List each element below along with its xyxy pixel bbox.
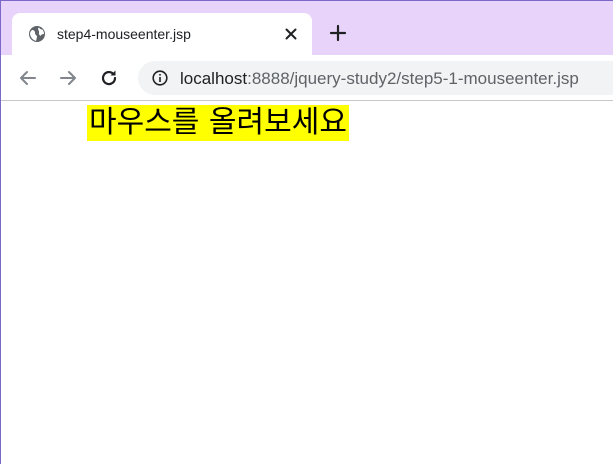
browser-toolbar: localhost:8888/jquery-study2/step5-1-mou… [1, 55, 613, 101]
browser-window: step4-mouseenter.jsp localhost:8888/jque… [0, 0, 613, 464]
url-path: :8888/jquery-study2/step5-1-mouseenter.j… [247, 69, 579, 88]
globe-icon [28, 25, 46, 43]
address-bar[interactable]: localhost:8888/jquery-study2/step5-1-mou… [138, 61, 613, 95]
info-icon[interactable] [152, 70, 168, 86]
arrow-right-icon[interactable] [57, 67, 79, 89]
page-content: 마우스를 올려보세요 [1, 102, 613, 464]
url-host: localhost [180, 69, 248, 88]
tab-strip: step4-mouseenter.jsp [1, 1, 613, 55]
mouseenter-target-text[interactable]: 마우스를 올려보세요 [87, 105, 349, 141]
plus-icon[interactable] [328, 23, 348, 43]
url-text[interactable]: localhost:8888/jquery-study2/step5-1-mou… [180, 69, 579, 88]
tab-title: step4-mouseenter.jsp [57, 26, 191, 42]
tab-active[interactable]: step4-mouseenter.jsp [12, 13, 312, 55]
arrow-left-icon[interactable] [17, 67, 39, 89]
close-icon[interactable] [283, 26, 299, 42]
reload-icon[interactable] [98, 67, 120, 89]
